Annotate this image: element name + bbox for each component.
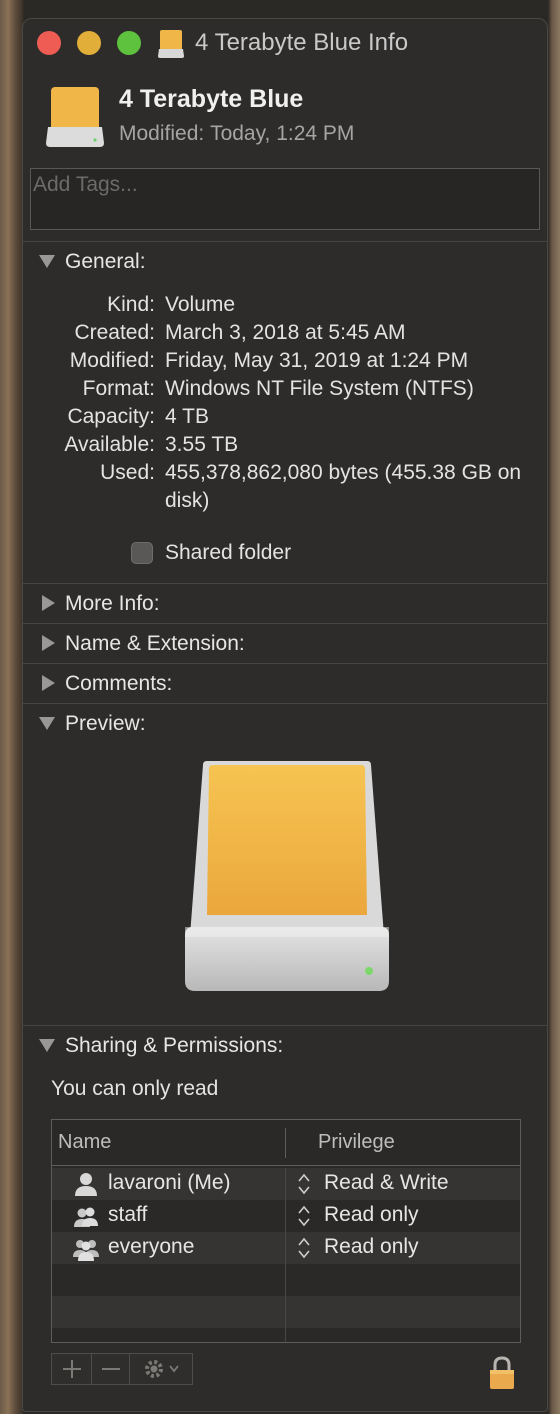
permission-note: You can only read: [51, 1077, 219, 1100]
disclosure-right-icon[interactable]: [42, 675, 55, 691]
disclosure-down-icon[interactable]: [39, 255, 55, 268]
tags-field[interactable]: [30, 168, 543, 230]
divider: [23, 663, 547, 664]
column-separator: [285, 1128, 286, 1158]
info-value: 4 TB: [165, 405, 209, 428]
disclosure-right-icon[interactable]: [42, 595, 55, 611]
info-key: Format:: [82, 377, 155, 400]
modified-value: Today, 1:24 PM: [210, 122, 355, 145]
minus-icon: [102, 1368, 120, 1370]
window-title: 4 Terabyte Blue Info: [195, 29, 409, 56]
section-more-info[interactable]: More Info:: [23, 587, 547, 623]
section-comments[interactable]: Comments:: [23, 667, 547, 703]
section-preview-label: Preview:: [65, 712, 146, 735]
single-user-icon: [75, 1173, 97, 1196]
column-separator: [285, 1296, 286, 1328]
info-key: Available:: [64, 433, 155, 456]
up-down-arrows-icon[interactable]: [297, 1237, 311, 1259]
section-comments-label: Comments:: [65, 672, 173, 695]
drive-icon: [46, 87, 104, 147]
remove-user-button[interactable]: [92, 1354, 130, 1384]
user-name: staff: [108, 1203, 148, 1226]
table-row[interactable]: staff Read only: [52, 1200, 520, 1232]
info-key: Modified:: [69, 349, 155, 372]
up-down-arrows-icon[interactable]: [297, 1173, 311, 1195]
info-value: March 3, 2018 at 5:45 AM: [165, 321, 406, 344]
divider: [23, 1025, 547, 1026]
column-privilege-header[interactable]: Privilege: [318, 1131, 395, 1154]
divider: [23, 703, 547, 704]
column-separator: [285, 1264, 286, 1296]
section-name-extension-label: Name & Extension:: [65, 632, 245, 655]
empty-row: [52, 1264, 520, 1296]
shared-folder-checkbox[interactable]: [131, 542, 153, 564]
permissions-table: Name Privilege lavaroni (Me) Read & Writ…: [51, 1119, 521, 1343]
shared-folder-label: Shared folder: [165, 541, 292, 564]
everyone-icon: [73, 1240, 99, 1261]
info-key: Created:: [74, 321, 155, 344]
close-button[interactable]: [37, 31, 61, 55]
tags-input[interactable]: [31, 169, 543, 201]
zoom-button[interactable]: [117, 31, 141, 55]
table-header: Name Privilege: [52, 1120, 520, 1166]
privilege-value[interactable]: Read & Write: [324, 1171, 449, 1195]
disclosure-down-icon[interactable]: [39, 1039, 55, 1052]
volume-name: 4 Terabyte Blue: [119, 85, 304, 113]
gear-icon: [145, 1360, 179, 1378]
info-value: Friday, May 31, 2019 at 1:24 PM: [165, 349, 469, 372]
info-value: 455,378,862,080 bytes (455.38 GB on disk…: [165, 461, 522, 512]
user-name: everyone: [108, 1235, 195, 1258]
column-name-header[interactable]: Name: [58, 1131, 111, 1154]
user-name: lavaroni (Me): [108, 1171, 231, 1194]
drive-icon: [158, 30, 184, 58]
privilege-value[interactable]: Read only: [324, 1235, 419, 1259]
add-user-button[interactable]: [52, 1354, 92, 1384]
info-key: Kind:: [107, 293, 155, 316]
column-separator: [285, 1168, 286, 1200]
info-value: Volume: [165, 293, 236, 316]
group-icon: [74, 1207, 98, 1227]
info-key: Capacity:: [67, 405, 155, 428]
section-preview[interactable]: Preview:: [23, 707, 547, 743]
plus-icon: [63, 1360, 81, 1378]
info-value: 3.55 TB: [165, 433, 239, 456]
lock-icon[interactable]: [487, 1355, 517, 1391]
up-down-arrows-icon[interactable]: [297, 1205, 311, 1227]
column-separator: [285, 1328, 286, 1342]
modified-label: Modified:: [119, 122, 205, 145]
divider: [23, 583, 547, 584]
drive-preview-icon: [185, 761, 389, 991]
info-key: Used:: [100, 461, 155, 484]
section-sharing-label: Sharing & Permissions:: [65, 1034, 284, 1057]
empty-row: [52, 1328, 520, 1342]
divider: [23, 623, 547, 624]
column-separator: [285, 1232, 286, 1264]
section-general[interactable]: General:: [23, 245, 547, 281]
modified-summary: Modified: Today, 1:24 PM: [119, 122, 354, 146]
empty-row: [52, 1296, 520, 1328]
section-more-info-label: More Info:: [65, 592, 160, 615]
section-general-label: General:: [65, 250, 146, 273]
disclosure-down-icon[interactable]: [39, 717, 55, 730]
privilege-value[interactable]: Read only: [324, 1203, 419, 1227]
section-sharing[interactable]: Sharing & Permissions:: [23, 1029, 547, 1065]
section-name-extension[interactable]: Name & Extension:: [23, 627, 547, 663]
info-value: Windows NT File System (NTFS): [165, 377, 474, 400]
info-window: 4 Terabyte Blue Info 4 Terabyte Blue Mod…: [22, 18, 548, 1412]
table-row[interactable]: everyone Read only: [52, 1232, 520, 1264]
disclosure-right-icon[interactable]: [42, 635, 55, 651]
divider: [23, 241, 547, 242]
minimize-button[interactable]: [77, 31, 101, 55]
title-bar[interactable]: 4 Terabyte Blue Info: [23, 19, 547, 69]
permission-toolbar: [51, 1353, 193, 1385]
action-menu-button[interactable]: [130, 1354, 192, 1384]
table-row[interactable]: lavaroni (Me) Read & Write: [52, 1168, 520, 1200]
column-separator: [285, 1200, 286, 1232]
